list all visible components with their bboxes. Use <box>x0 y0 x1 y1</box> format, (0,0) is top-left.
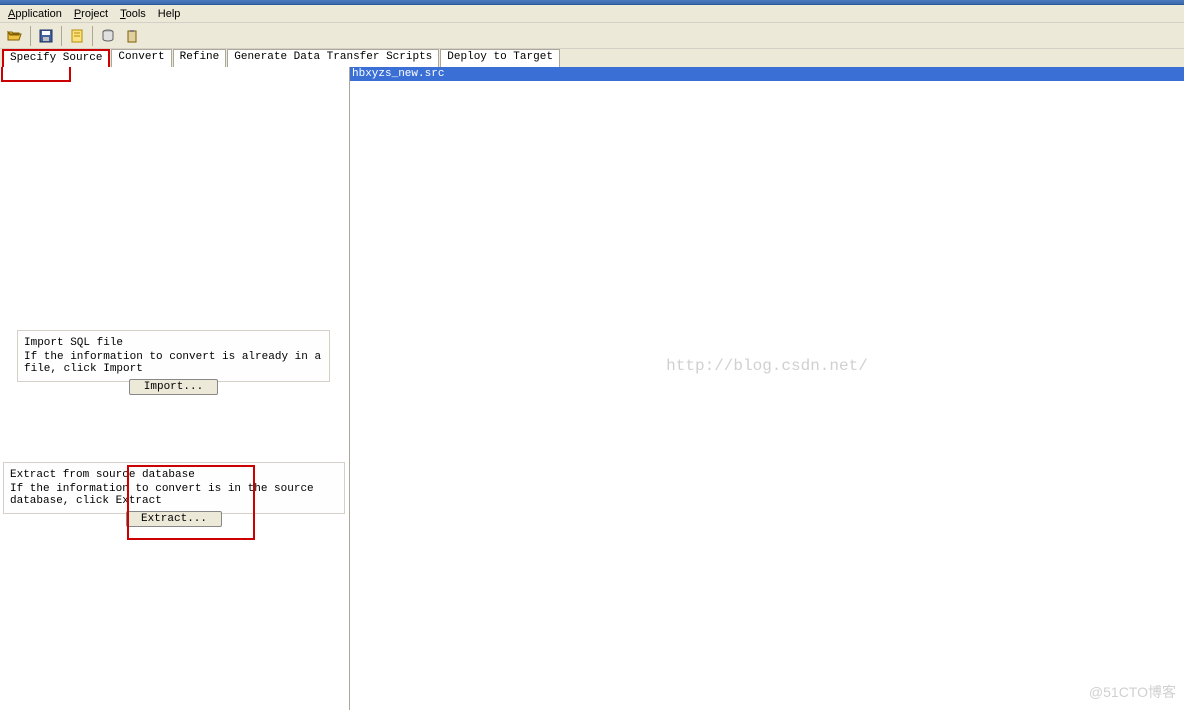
open-folder-icon <box>7 28 23 44</box>
menu-help[interactable]: Help <box>152 7 187 21</box>
toolbar-separator <box>92 26 93 46</box>
toolbar-separator <box>61 26 62 46</box>
import-desc: If the information to convert is already… <box>24 351 323 375</box>
menu-tools[interactable]: Tools <box>114 7 152 21</box>
tab-refine[interactable]: Refine <box>173 49 227 67</box>
import-title: Import SQL file <box>24 337 323 349</box>
import-sql-group: Import SQL file If the information to co… <box>17 330 330 382</box>
extract-button[interactable]: Extract... <box>126 511 222 527</box>
save-button[interactable] <box>35 25 57 47</box>
tab-deploy[interactable]: Deploy to Target <box>440 49 560 67</box>
menubar: Application Project Tools Help <box>0 5 1184 23</box>
watermark-url: http://blog.csdn.net/ <box>666 357 868 375</box>
import-button[interactable]: Import... <box>129 379 218 395</box>
note-button[interactable] <box>66 25 88 47</box>
menu-application[interactable]: Application <box>2 7 68 21</box>
toolbar-separator <box>30 26 31 46</box>
tab-specify-source[interactable]: Specify Source <box>2 49 110 67</box>
save-floppy-icon <box>38 28 54 44</box>
open-button[interactable] <box>4 25 26 47</box>
toolbar <box>0 23 1184 49</box>
extract-desc: If the information to convert is in the … <box>10 483 338 507</box>
sql-icon <box>100 28 116 44</box>
extract-db-group: Extract from source database If the info… <box>3 462 345 514</box>
tab-strip: Specify Source Convert Refine Generate D… <box>0 49 1184 67</box>
source-file-header[interactable]: hbxyzs_new.src <box>350 67 1184 81</box>
clipboard-button[interactable] <box>121 25 143 47</box>
sticky-note-icon <box>69 28 85 44</box>
sql-button[interactable] <box>97 25 119 47</box>
main-area: Import SQL file If the information to co… <box>0 67 1184 710</box>
clipboard-icon <box>124 28 140 44</box>
tab-convert[interactable]: Convert <box>111 49 171 67</box>
right-panel: hbxyzs_new.src http://blog.csdn.net/ @51… <box>350 67 1184 710</box>
extract-title: Extract from source database <box>10 469 338 481</box>
watermark-corner: @51CTO博客 <box>1089 682 1176 702</box>
tab-highlight-box <box>1 67 71 82</box>
menu-project[interactable]: Project <box>68 7 114 21</box>
left-panel: Import SQL file If the information to co… <box>0 67 350 710</box>
tab-generate-scripts[interactable]: Generate Data Transfer Scripts <box>227 49 439 67</box>
